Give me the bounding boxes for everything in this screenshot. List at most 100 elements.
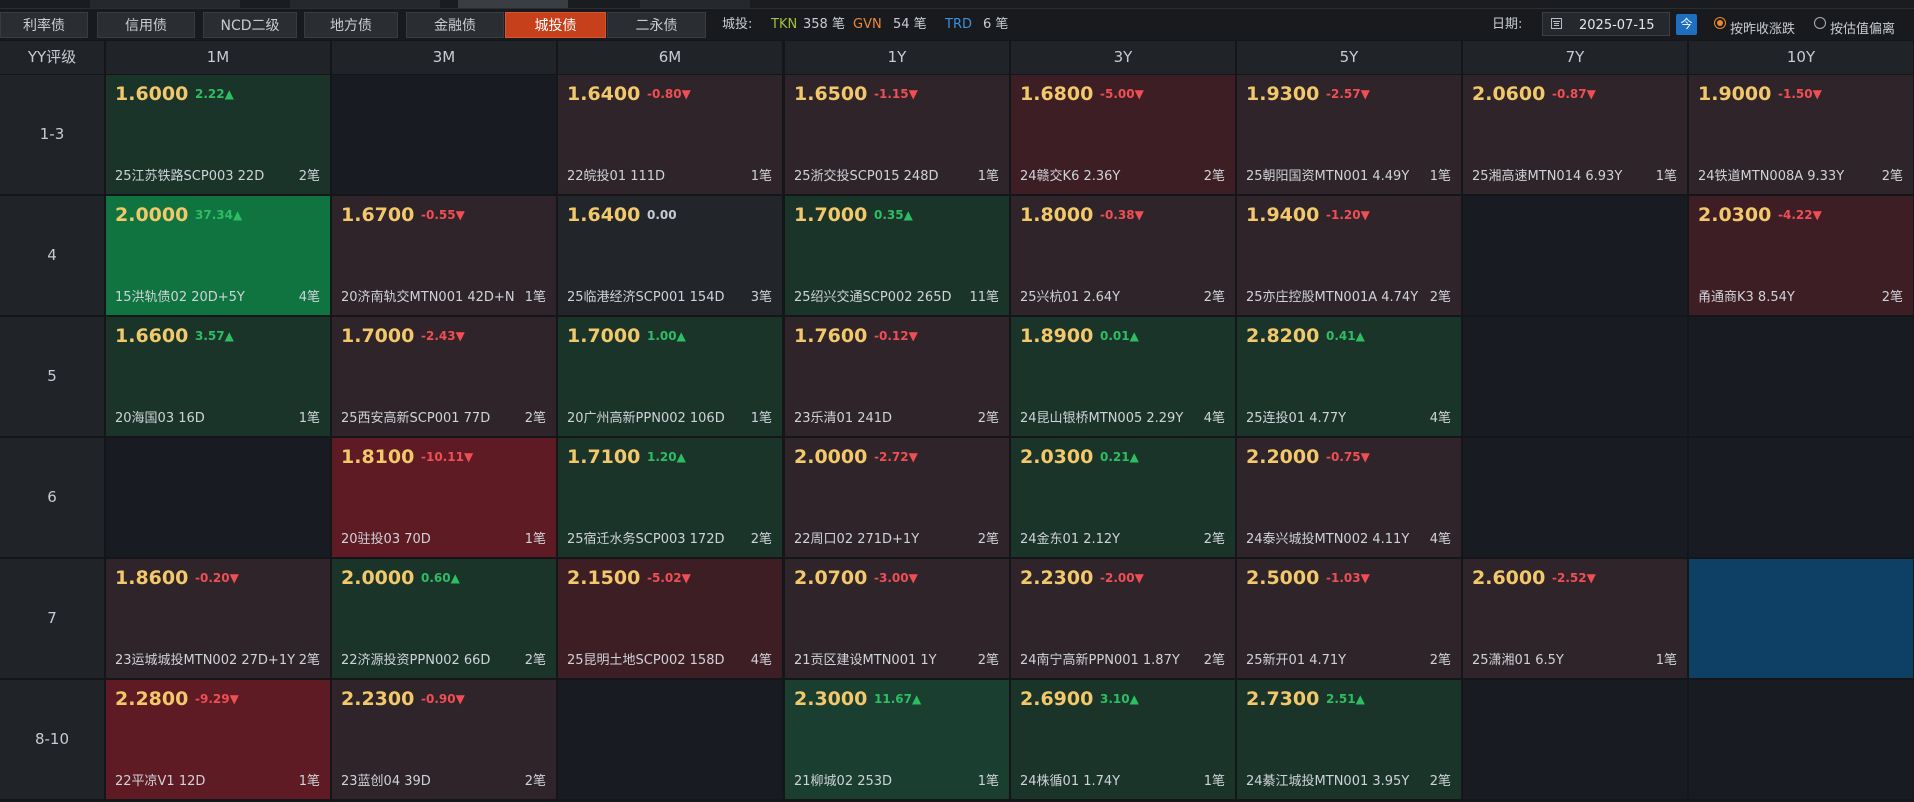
menu-fragment — [90, 0, 240, 8]
grid-cell[interactable]: 1.9000 -1.50▼ 24铁道MTN008A 9.33Y 2笔 — [1689, 75, 1913, 194]
date-picker[interactable]: 2025-07-15 — [1542, 12, 1670, 36]
cell-change: 1.00▲ — [647, 329, 686, 343]
cell-bond-name: 24铁道MTN008A 9.33Y — [1698, 169, 1845, 184]
tab-ncd-secondary[interactable]: NCD二级 — [203, 12, 297, 38]
column-header-5y[interactable]: 5Y — [1237, 41, 1461, 74]
grid-cell[interactable]: 2.0600 -0.87▼ 25湘高速MTN014 6.93Y 1笔 — [1463, 75, 1687, 194]
cell-change: 37.34▲ — [195, 208, 243, 222]
cell-trade-count: 3笔 — [750, 290, 772, 305]
cell-bond-name: 23蓝创04 39D — [341, 774, 431, 789]
grid-cell[interactable]: 2.7300 2.51▲ 24綦江城投MTN001 3.95Y 2笔 — [1237, 680, 1461, 799]
grid-cell[interactable]: 1.9400 -1.20▼ 25亦庄控股MTN001A 4.74Y 2笔 — [1237, 196, 1461, 315]
menu-fragment — [290, 0, 440, 8]
today-button[interactable]: 今 — [1676, 14, 1697, 35]
column-header-10y[interactable]: 10Y — [1689, 41, 1913, 74]
grid-cell[interactable]: 1.6600 3.57▲ 20海国03 16D 1笔 — [106, 317, 330, 436]
column-header-3y[interactable]: 3Y — [1011, 41, 1235, 74]
cell-yield: 2.0000 — [341, 567, 415, 589]
cell-trade-count: 1笔 — [977, 169, 999, 184]
cell-trade-count: 4笔 — [298, 290, 320, 305]
grid-cell[interactable]: 2.6000 -2.52▼ 25潇湘01 6.5Y 1笔 — [1463, 559, 1687, 678]
cell-yield: 1.6600 — [115, 325, 189, 347]
radio-valuation-deviation[interactable] — [1814, 17, 1826, 29]
grid-cell[interactable]: 2.2800 -9.29▼ 22平凉V1 12D 1笔 — [106, 680, 330, 799]
grid-cell[interactable]: 1.7100 1.20▲ 25宿迁水务SCP003 172D 2笔 — [558, 438, 782, 557]
summary-gvn-code: GVN — [853, 17, 882, 32]
grid-cell[interactable]: 1.8900 0.01▲ 24昆山银桥MTN005 2.29Y 4笔 — [1011, 317, 1235, 436]
cell-change: -1.03▼ — [1326, 571, 1370, 585]
grid-cell[interactable]: 1.6400 0.00 25临港经济SCP001 154D 3笔 — [558, 196, 782, 315]
cell-bond-name: 20海国03 16D — [115, 411, 205, 426]
grid-cell[interactable]: 2.0300 0.21▲ 24金东01 2.12Y 2笔 — [1011, 438, 1235, 557]
cell-change: -1.50▼ — [1778, 87, 1822, 101]
cell-yield: 1.8600 — [115, 567, 189, 589]
grid-cell[interactable]: 1.8600 -0.20▼ 23运城城投MTN002 27D+1Y 2笔 — [106, 559, 330, 678]
grid-cell[interactable]: 2.6900 3.10▲ 24株循01 1.74Y 1笔 — [1011, 680, 1235, 799]
radio-prev-close-change-label[interactable]: 按昨收涨跌 — [1730, 18, 1795, 37]
cell-bond-name: 25潇湘01 6.5Y — [1472, 653, 1564, 668]
calendar-icon[interactable] — [1551, 18, 1562, 29]
tab-local-gov-bond[interactable]: 地方债 — [304, 12, 398, 38]
column-header-6m[interactable]: 6M — [558, 41, 782, 74]
column-header-7y[interactable]: 7Y — [1463, 41, 1687, 74]
tab-perpetual-bond[interactable]: 二永债 — [607, 12, 706, 38]
cell-change: -0.90▼ — [421, 692, 465, 706]
grid-cell[interactable]: 1.6700 -0.55▼ 20济南轨交MTN001 42D+N 1笔 — [332, 196, 556, 315]
grid-cell[interactable]: 1.7000 1.00▲ 20广州高新PPN002 106D 1笔 — [558, 317, 782, 436]
grid-cell[interactable]: 2.2300 -0.90▼ 23蓝创04 39D 2笔 — [332, 680, 556, 799]
cell-trade-count: 2笔 — [1203, 532, 1225, 547]
grid-cell[interactable]: 2.5000 -1.03▼ 25新开01 4.71Y 2笔 — [1237, 559, 1461, 678]
column-header-1m[interactable]: 1M — [106, 41, 330, 74]
grid-cell[interactable]: 1.6500 -1.15▼ 25浙交投SCP015 248D 1笔 — [785, 75, 1009, 194]
grid-cell[interactable]: 1.6000 2.22▲ 25江苏铁路SCP003 22D 2笔 — [106, 75, 330, 194]
grid-cell[interactable]: 2.0000 37.34▲ 15洪轨债02 20D+5Y 4笔 — [106, 196, 330, 315]
grid-cell[interactable]: 1.9300 -2.57▼ 25朝阳国资MTN001 4.49Y 1笔 — [1237, 75, 1461, 194]
grid-cell[interactable]: 1.7600 -0.12▼ 23乐清01 241D 2笔 — [785, 317, 1009, 436]
grid-cell[interactable]: 2.1500 -5.02▼ 25昆明土地SCP002 158D 4笔 — [558, 559, 782, 678]
grid-cell[interactable]: 2.3000 11.67▲ 21柳城02 253D 1笔 — [785, 680, 1009, 799]
tab-credit-bond[interactable]: 信用债 — [97, 12, 195, 38]
grid-cell[interactable]: 1.6800 -5.00▼ 24赣交K6 2.36Y 2笔 — [1011, 75, 1235, 194]
cell-bond-name: 22济源投资PPN002 66D — [341, 653, 491, 668]
cell-yield: 1.6500 — [794, 83, 868, 105]
menu-fragment — [640, 0, 750, 8]
grid-cell[interactable]: 2.0000 -2.72▼ 22周口02 271D+1Y 2笔 — [785, 438, 1009, 557]
cell-bond-name: 22皖投01 111D — [567, 169, 666, 184]
grid-cell[interactable]: 1.6400 -0.80▼ 22皖投01 111D 1笔 — [558, 75, 782, 194]
cell-trade-count: 2笔 — [1203, 169, 1225, 184]
grid-cell[interactable]: 1.7000 -2.43▼ 25西安高新SCP001 77D 2笔 — [332, 317, 556, 436]
cell-bond-name: 甬通商K3 8.54Y — [1698, 290, 1795, 305]
grid-cell[interactable]: 2.2000 -0.75▼ 24泰兴城投MTN002 4.11Y 4笔 — [1237, 438, 1461, 557]
grid-cell[interactable]: 2.8200 0.41▲ 25连投01 4.77Y 4笔 — [1237, 317, 1461, 436]
grid-corner-header: YY评级 — [0, 41, 104, 74]
cell-change: -1.20▼ — [1326, 208, 1370, 222]
cell-change: -0.38▼ — [1100, 208, 1144, 222]
column-header-1y[interactable]: 1Y — [785, 41, 1009, 74]
summary-tkn-count: 358 笔 — [803, 17, 845, 32]
tab-rate-bond[interactable]: 利率债 — [0, 12, 88, 38]
cell-yield: 1.7600 — [794, 325, 868, 347]
grid-cell[interactable]: 1.8000 -0.38▼ 25兴杭01 2.64Y 2笔 — [1011, 196, 1235, 315]
cell-bond-name: 21贡区建设MTN001 1Y — [794, 653, 937, 668]
grid-cell[interactable]: 1.7000 0.35▲ 25绍兴交通SCP002 265D 11笔 — [785, 196, 1009, 315]
cell-bond-name: 20济南轨交MTN001 42D+N — [341, 290, 515, 305]
grid-cell[interactable]: 2.2300 -2.00▼ 24南宁高新PPN001 1.87Y 2笔 — [1011, 559, 1235, 678]
cell-yield: 2.1500 — [567, 567, 641, 589]
cell-trade-count: 2笔 — [1429, 290, 1451, 305]
cell-change: 0.00 — [647, 208, 677, 222]
cell-bond-name: 24泰兴城投MTN002 4.11Y — [1246, 532, 1410, 547]
tab-urban-investment-bond[interactable]: 城投债 — [505, 12, 606, 38]
radio-valuation-deviation-label[interactable]: 按估值偏离 — [1830, 18, 1895, 37]
cell-change: 3.10▲ — [1100, 692, 1139, 706]
radio-prev-close-change[interactable] — [1714, 17, 1726, 29]
grid-cell[interactable]: 1.8100 -10.11▼ 20驻投03 70D 1笔 — [332, 438, 556, 557]
grid-cell[interactable]: 2.0300 -4.22▼ 甬通商K3 8.54Y 2笔 — [1689, 196, 1913, 315]
grid-cell[interactable]: 2.0000 0.60▲ 22济源投资PPN002 66D 2笔 — [332, 559, 556, 678]
cell-bond-name: 24綦江城投MTN001 3.95Y — [1246, 774, 1410, 789]
cell-bond-name: 25西安高新SCP001 77D — [341, 411, 491, 426]
date-label: 日期: — [1492, 17, 1523, 32]
cell-change: -3.00▼ — [874, 571, 918, 585]
tab-financial-bond[interactable]: 金融债 — [406, 12, 504, 38]
column-header-3m[interactable]: 3M — [332, 41, 556, 74]
grid-cell[interactable]: 2.0700 -3.00▼ 21贡区建设MTN001 1Y 2笔 — [785, 559, 1009, 678]
